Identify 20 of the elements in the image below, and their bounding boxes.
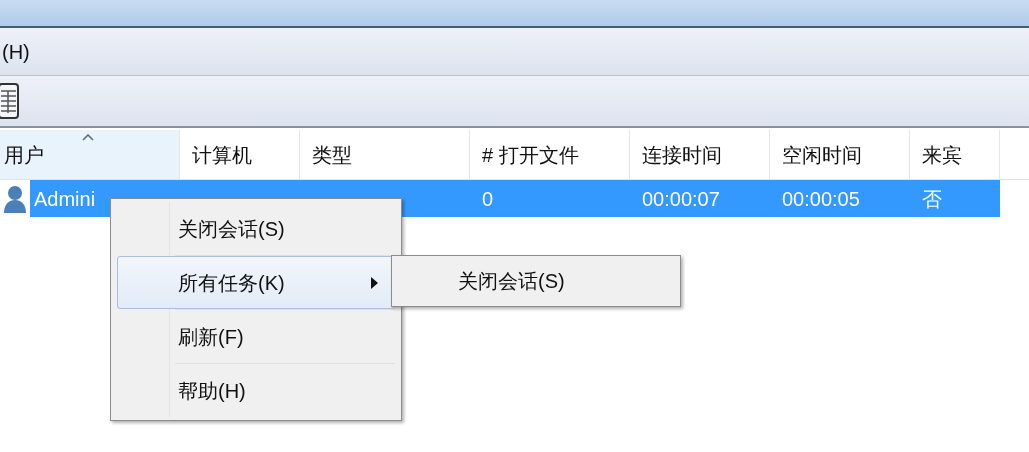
table-cell: 0 (482, 187, 494, 210)
column-header[interactable]: # 打开文件 (470, 130, 630, 179)
column-header[interactable]: 来宾 (910, 130, 1000, 179)
menu-item[interactable]: 帮助(H) (117, 364, 395, 417)
table-cell: 00:00:05 (782, 187, 860, 210)
submenu-arrow-icon (371, 276, 378, 289)
column-header[interactable]: 连接时间 (630, 130, 770, 179)
column-header[interactable]: 类型 (300, 130, 470, 179)
menu-item[interactable]: 所有任务(K) (117, 256, 395, 309)
table-cell: 00:00:07 (642, 187, 720, 210)
table-cell: Admini (34, 187, 96, 210)
column-header[interactable]: 用户 (0, 130, 180, 179)
menu-item[interactable]: 关闭会话(S) (392, 266, 680, 296)
list-view-icon[interactable] (0, 83, 20, 119)
column-header[interactable]: 空闲时间 (770, 130, 910, 179)
menu-item[interactable]: (H) (0, 36, 32, 67)
menu-item[interactable]: 刷新(F) (117, 310, 395, 363)
table-cell: 否 (922, 187, 942, 210)
user-icon (2, 183, 28, 214)
column-header[interactable]: 计算机 (180, 130, 300, 179)
